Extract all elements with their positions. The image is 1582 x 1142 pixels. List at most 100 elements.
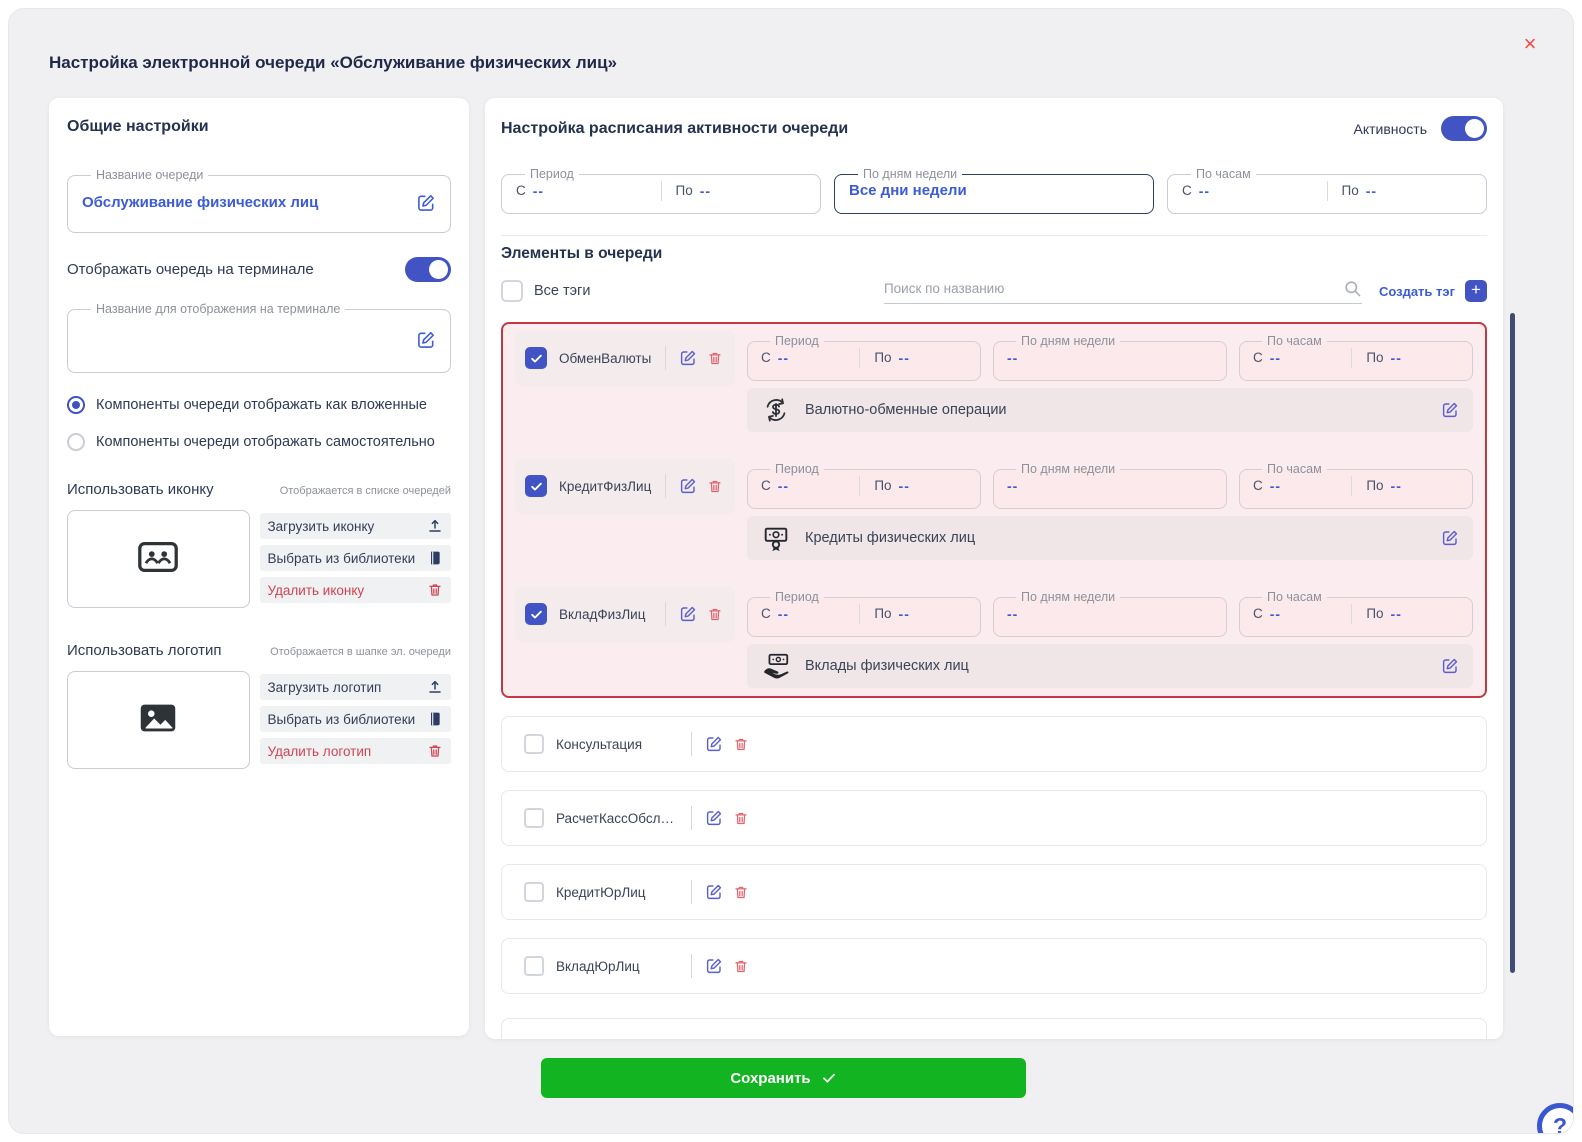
- upload-icon: [427, 679, 443, 695]
- schedule-title: Настройка расписания активности очереди: [501, 120, 848, 138]
- element-checkbox[interactable]: [524, 808, 544, 828]
- element-name: ВкладЮрЛиц: [556, 959, 678, 974]
- people-card-icon: [135, 534, 181, 585]
- delete-icon[interactable]: [707, 606, 723, 623]
- choose-icon-from-library-button[interactable]: Выбрать из библиотеки: [260, 545, 451, 571]
- add-tag-button[interactable]: +: [1465, 280, 1487, 302]
- logo-preview-box[interactable]: [67, 671, 250, 769]
- delete-icon[interactable]: [707, 478, 723, 495]
- element-checkbox[interactable]: [524, 956, 544, 976]
- toggle-knob: [1465, 119, 1484, 138]
- create-tag-link[interactable]: Создать тэг: [1379, 284, 1455, 299]
- edit-icon[interactable]: [416, 193, 436, 213]
- delete-icon[interactable]: [707, 350, 723, 367]
- weekdays-field[interactable]: По дням недели Все дни недели: [834, 168, 1154, 214]
- delete-icon-button[interactable]: Удалить иконку: [260, 577, 451, 603]
- activity-label: Активность: [1353, 121, 1427, 137]
- divider: [665, 474, 666, 498]
- element-weekdays-field[interactable]: По дням недели --: [993, 335, 1227, 381]
- edit-icon[interactable]: [1441, 401, 1459, 419]
- save-button[interactable]: Сохранить: [541, 1058, 1026, 1098]
- delete-icon[interactable]: [733, 736, 749, 753]
- element-checkbox[interactable]: [525, 347, 547, 369]
- schedule-panel: Настройка расписания активности очереди …: [485, 98, 1503, 1039]
- element-display-row: Валютно-обменные операции: [747, 388, 1473, 432]
- element-weekdays-field[interactable]: По дням недели --: [993, 463, 1227, 509]
- edit-icon[interactable]: [705, 957, 723, 975]
- queue-name-field[interactable]: Название очереди Обслуживание физических…: [67, 169, 451, 233]
- element-weekdays-field[interactable]: По дням недели --: [993, 591, 1227, 637]
- activity-toggle[interactable]: [1441, 116, 1487, 141]
- hours-field[interactable]: По часам С -- По --: [1167, 168, 1487, 214]
- icon-buttons: Загрузить иконку Выбрать из библиотеки У…: [260, 510, 451, 608]
- element-display-row: Кредиты физических лиц: [747, 516, 1473, 560]
- edit-icon[interactable]: [705, 809, 723, 827]
- edit-icon[interactable]: [416, 330, 436, 350]
- edit-icon[interactable]: [705, 883, 723, 901]
- element-chip: КредитФизЛиц: [515, 458, 735, 514]
- logo-section-title: Использовать логотип: [67, 642, 222, 659]
- logo-buttons: Загрузить логотип Выбрать из библиотеки …: [260, 671, 451, 769]
- element-display-name: Вклады физических лиц: [805, 658, 969, 674]
- edit-icon[interactable]: [679, 477, 697, 495]
- show-on-terminal-toggle[interactable]: [405, 257, 451, 282]
- toggle-knob: [429, 260, 448, 279]
- queue-element-selected: КредитФизЛиц Период С -- По -- По: [515, 458, 1473, 560]
- search-icon[interactable]: [1343, 279, 1362, 298]
- period-field[interactable]: Период С -- По --: [501, 168, 821, 214]
- icon-section-caption: Отображается в списке очередей: [280, 485, 451, 497]
- element-display-row: Вклады физических лиц: [747, 644, 1473, 688]
- element-name: ВкладФизЛиц: [559, 607, 665, 622]
- queue-element-selected: ВкладФизЛиц Период С -- По -- По д: [515, 586, 1473, 688]
- terminal-name-field[interactable]: Название для отображения на терминале: [67, 303, 451, 373]
- element-name: ОбменВалюты: [559, 351, 665, 366]
- all-tags-label: Все тэги: [534, 283, 590, 299]
- element-period-field[interactable]: Период С -- По --: [747, 335, 981, 381]
- logo-section-head: Использовать логотип Отображается в шапк…: [67, 642, 451, 659]
- selected-elements-group: ОбменВалюты Период С -- По -- По д: [501, 322, 1487, 698]
- delete-icon[interactable]: [733, 958, 749, 975]
- edit-icon[interactable]: [679, 349, 697, 367]
- element-hours-field[interactable]: По часам С -- По --: [1239, 591, 1473, 637]
- delete-icon[interactable]: [733, 810, 749, 827]
- icon-preview-box[interactable]: [67, 510, 250, 608]
- radio-row-nested: Компоненты очереди отображать как вложен…: [67, 396, 451, 414]
- element-checkbox[interactable]: [525, 603, 547, 625]
- upload-logo-button[interactable]: Загрузить логотип: [260, 674, 451, 700]
- logo-media-row: Загрузить логотип Выбрать из библиотеки …: [67, 671, 451, 769]
- element-checkbox[interactable]: [524, 734, 544, 754]
- element-chip: ОбменВалюты: [515, 330, 735, 386]
- upload-icon: [427, 518, 443, 534]
- choose-logo-from-library-button[interactable]: Выбрать из библиотеки: [260, 706, 451, 732]
- close-icon[interactable]: ×: [1515, 29, 1545, 59]
- divider: [665, 346, 666, 370]
- delete-icon[interactable]: [733, 884, 749, 901]
- edit-icon[interactable]: [705, 735, 723, 753]
- divider: [691, 880, 692, 904]
- logo-section-caption: Отображается в шапке эл. очереди: [270, 646, 451, 658]
- all-tags-checkbox[interactable]: [501, 280, 523, 302]
- element-checkbox[interactable]: [524, 882, 544, 902]
- element-period-field[interactable]: Период С -- По --: [747, 463, 981, 509]
- element-hours-field[interactable]: По часам С -- По --: [1239, 463, 1473, 509]
- element-period-field[interactable]: Период С -- По --: [747, 591, 981, 637]
- radio-standalone[interactable]: [67, 433, 85, 451]
- element-checkbox[interactable]: [525, 475, 547, 497]
- delete-logo-button[interactable]: Удалить логотип: [260, 738, 451, 764]
- upload-icon-button[interactable]: Загрузить иконку: [260, 513, 451, 539]
- edit-icon[interactable]: [679, 605, 697, 623]
- queue-settings-modal: Настройка электронной очереди «Обслужива…: [8, 8, 1574, 1134]
- search-input[interactable]: [884, 281, 1343, 296]
- divider: [691, 732, 692, 756]
- element-display-name: Валютно-обменные операции: [805, 402, 1007, 418]
- general-settings-panel: Общие настройки Название очереди Обслужи…: [49, 98, 469, 1036]
- icon-section-title: Использовать иконку: [67, 481, 214, 498]
- edit-icon[interactable]: [1441, 529, 1459, 547]
- list-scrollbar[interactable]: [1510, 313, 1515, 973]
- schedule-head: Настройка расписания активности очереди …: [501, 116, 1487, 141]
- help-icon[interactable]: ?: [1537, 1103, 1574, 1134]
- radio-row-standalone: Компоненты очереди отображать самостояте…: [67, 433, 451, 451]
- edit-icon[interactable]: [1441, 657, 1459, 675]
- radio-nested[interactable]: [67, 396, 85, 414]
- element-hours-field[interactable]: По часам С -- По --: [1239, 335, 1473, 381]
